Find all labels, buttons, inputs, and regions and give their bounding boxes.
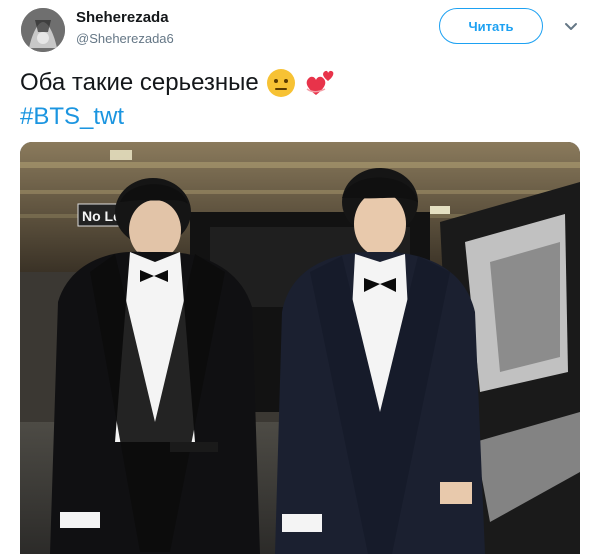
neutral-face-emoji [266,69,295,97]
tweet-hashtag-line: #BTS_twt [20,100,580,134]
tweet-header: Sheherezada @Sheherezada6 Читать [0,0,602,60]
photo-scene: No Le [20,142,580,554]
tweet-body: Оба такие серьезные [20,69,259,96]
display-name[interactable]: Sheherezada [76,9,169,26]
follow-button[interactable]: Читать [439,8,543,44]
avatar-image [21,8,65,52]
screen-name[interactable]: @Sheherezada6 [76,31,174,46]
tweet-line: Оба такие серьезные [20,66,580,100]
two-hearts-emoji [306,70,334,95]
chevron-down-icon[interactable] [563,18,579,34]
hashtag-link[interactable]: #BTS_twt [20,101,124,133]
avatar[interactable] [21,8,65,52]
tweet-text: Оба такие серьезные #BTS_twt [20,66,580,134]
tweet-photo[interactable]: No Le [20,142,580,554]
